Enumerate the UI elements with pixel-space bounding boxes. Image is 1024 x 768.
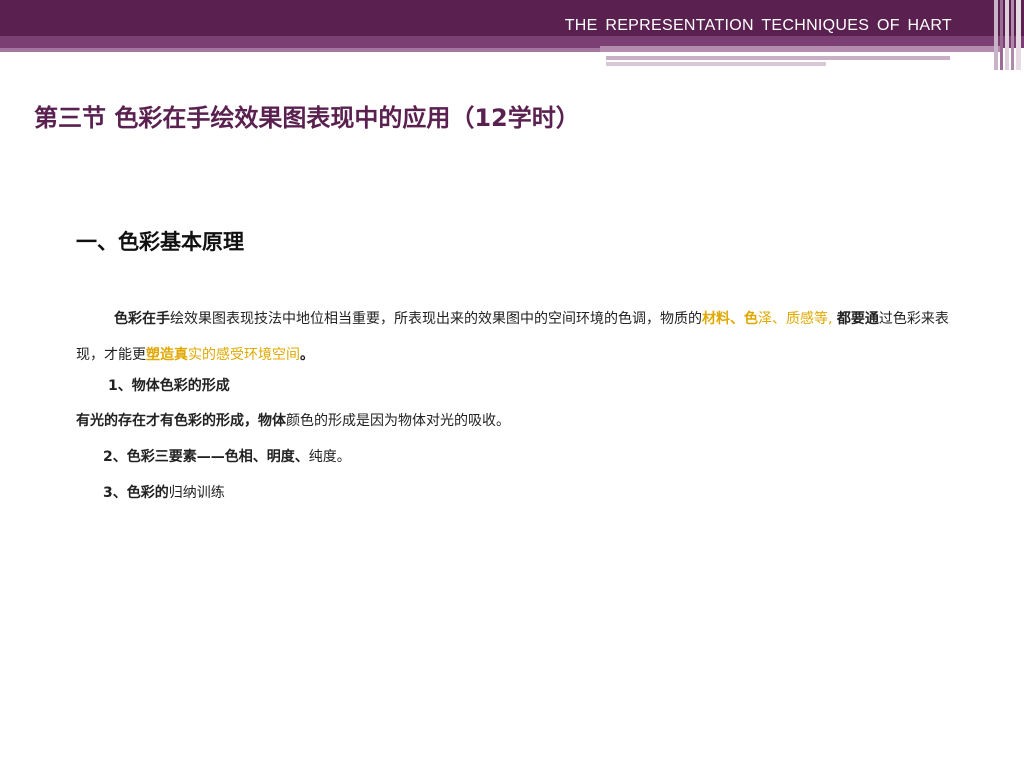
paragraph-text: 。	[300, 347, 314, 363]
header-accent-bar	[606, 62, 826, 66]
highlight-text: 泽、质感等,	[758, 311, 833, 327]
header-accent-bar	[600, 46, 1000, 52]
header-stripes	[994, 0, 1024, 70]
item-3-bold: 3、色彩的	[103, 485, 169, 501]
item-2-bold: 2、色彩三要素——色相、明度、	[103, 449, 309, 465]
section-heading: 一、色彩基本原理	[76, 230, 244, 254]
item-3: 3、色彩的归纳训练	[103, 482, 225, 502]
item-2: 2、色彩三要素——色相、明度、纯度。	[103, 446, 351, 466]
item-1-text: 有光的存在才有色彩的形成，物体颜色的形成是因为物体对光的吸收。	[76, 410, 510, 430]
item-1-text-bold: 有光的存在才有色彩的形成，物体	[76, 413, 286, 429]
header-banner: THE REPRESENTATION TECHNIQUES OF HART	[0, 0, 1024, 80]
header-title: THE REPRESENTATION TECHNIQUES OF HART	[564, 17, 952, 34]
highlight-text: 塑造真	[146, 347, 188, 363]
paragraph-text: 绘效果图表现技法中地位相当重要，所表现出来的效果图中的空间环境的色调，物质的	[170, 311, 702, 327]
highlight-text: 实的感受环境空间	[188, 347, 300, 363]
item-1-text-rest: 颜色的形成是因为物体对光的吸收。	[286, 413, 510, 429]
header-band-light	[0, 48, 600, 52]
paragraph-text: 色彩在手	[114, 311, 170, 327]
item-2-rest: 纯度。	[308, 449, 351, 465]
item-1-title: 1、物体色彩的形成	[108, 378, 230, 394]
paragraph-text: 都要通	[836, 311, 879, 327]
paragraph: 色彩在手绘效果图表现技法中地位相当重要，所表现出来的效果图中的空间环境的色调，物…	[76, 301, 972, 373]
highlight-text: 材料、色	[702, 311, 758, 327]
item-3-rest: 归纳训练	[168, 485, 225, 501]
slide-title: 第三节 色彩在手绘效果图表现中的应用（12学时）	[34, 104, 580, 132]
header-accent-bar	[606, 56, 950, 60]
